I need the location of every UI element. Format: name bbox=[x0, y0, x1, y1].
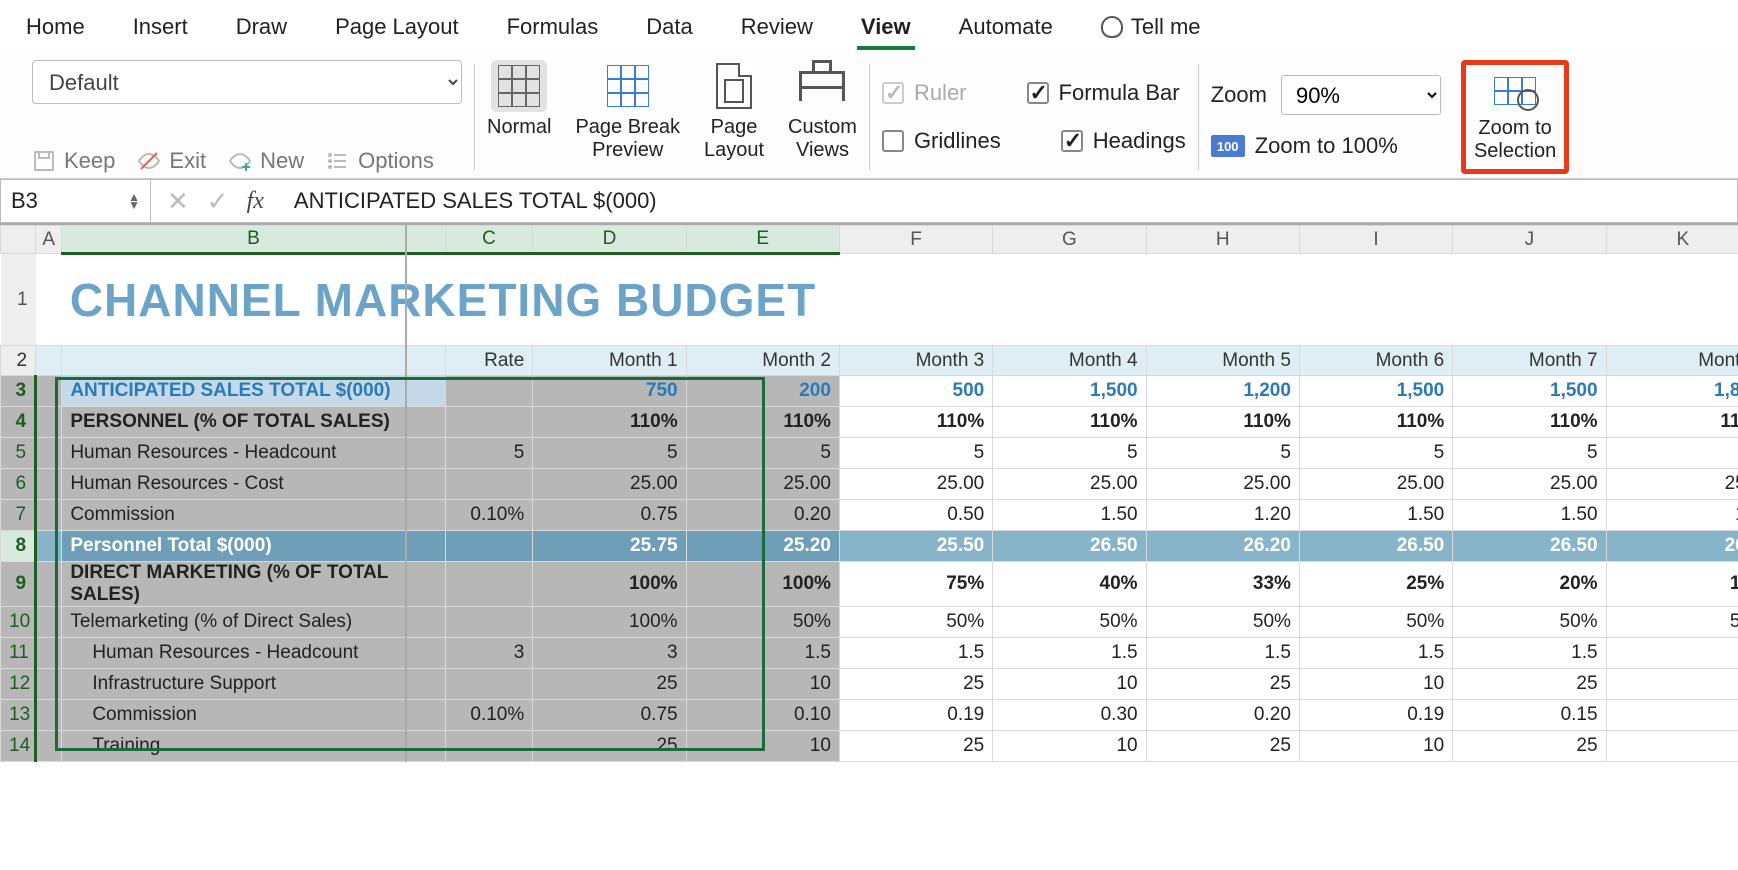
show-group: Ruler Formula Bar Gridlines Headings bbox=[870, 60, 1198, 174]
tell-me-label: Tell me bbox=[1131, 14, 1201, 40]
col-J[interactable]: J bbox=[1453, 226, 1606, 254]
col-K[interactable]: K bbox=[1606, 226, 1738, 254]
row-14[interactable]: 14 Training 2510 2510 2510 25 bbox=[1, 731, 1738, 762]
page-icon bbox=[716, 63, 752, 109]
cancel-icon[interactable]: ✕ bbox=[167, 186, 189, 217]
tab-home[interactable]: Home bbox=[22, 8, 89, 50]
exit-button[interactable]: Exit bbox=[137, 148, 206, 174]
row-13[interactable]: 13 Commission 0.10%0.750.10 0.190.30 0.2… bbox=[1, 700, 1738, 731]
col-E[interactable]: E bbox=[686, 226, 839, 254]
row-2[interactable]: 2 Rate Month 1Month 2Month 3 Month 4Mont… bbox=[1, 346, 1738, 376]
zoom-select[interactable]: 90% bbox=[1281, 75, 1441, 115]
keep-button[interactable]: Keep bbox=[32, 148, 115, 174]
column-headers[interactable]: A B C D E F G H I J K bbox=[1, 226, 1738, 254]
row-6[interactable]: 6 Human Resources - Cost 25.0025.00 25.0… bbox=[1, 469, 1738, 500]
row-10[interactable]: 10 Telemarketing (% of Direct Sales) 100… bbox=[1, 607, 1738, 638]
zoom-100-button[interactable]: 100 Zoom to 100% bbox=[1211, 133, 1441, 159]
headings-checkbox[interactable]: Headings bbox=[1061, 128, 1186, 154]
row-4[interactable]: 4 PERSONNEL (% OF TOTAL SALES) 110%110% … bbox=[1, 407, 1738, 438]
row-11[interactable]: 11 Human Resources - Headcount 331.5 1.5… bbox=[1, 638, 1738, 669]
page-break-icon bbox=[607, 65, 649, 107]
options-button[interactable]: Options bbox=[326, 148, 434, 174]
normal-view-button[interactable]: Normal bbox=[487, 60, 551, 162]
list-icon bbox=[326, 149, 350, 173]
tab-insert[interactable]: Insert bbox=[129, 8, 192, 50]
workbook-views-group: Normal Page Break Preview Page Layout Cu… bbox=[475, 60, 869, 174]
zoom-label: Zoom bbox=[1211, 82, 1267, 108]
page-break-preview-button[interactable]: Page Break Preview bbox=[575, 60, 680, 162]
col-F[interactable]: F bbox=[839, 226, 992, 254]
col-H[interactable]: H bbox=[1146, 226, 1299, 254]
tab-view[interactable]: View bbox=[857, 8, 915, 50]
zoom-100-icon: 100 bbox=[1211, 135, 1245, 157]
eye-exit-icon bbox=[137, 149, 161, 173]
col-I[interactable]: I bbox=[1299, 226, 1452, 254]
row-8[interactable]: 8 Personnel Total $(000) 25.7525.20 25.5… bbox=[1, 531, 1738, 562]
custom-views-button[interactable]: Custom Views bbox=[788, 60, 857, 162]
name-box[interactable]: B3 ▲▼ bbox=[1, 180, 151, 222]
spinner-icon[interactable]: ▲▼ bbox=[128, 193, 140, 210]
bulb-icon bbox=[1101, 16, 1123, 38]
eye-new-icon bbox=[228, 149, 252, 173]
sheet-view-select[interactable]: Default bbox=[32, 60, 462, 104]
col-A[interactable]: A bbox=[36, 226, 62, 254]
formula-input[interactable]: ANTICIPATED SALES TOTAL $(000) bbox=[280, 188, 1737, 214]
gridlines-checkbox[interactable]: Gridlines bbox=[882, 128, 1001, 154]
zoom-to-selection-button[interactable]: Zoom to Selection bbox=[1466, 65, 1564, 169]
tab-draw[interactable]: Draw bbox=[232, 8, 291, 50]
save-icon bbox=[32, 149, 56, 173]
ribbon-tabs: Home Insert Draw Page Layout Formulas Da… bbox=[0, 0, 1738, 50]
tab-pagelayout[interactable]: Page Layout bbox=[331, 8, 463, 50]
tab-formulas[interactable]: Formulas bbox=[503, 8, 603, 50]
accept-icon[interactable]: ✓ bbox=[207, 186, 229, 217]
ribbon: Default Keep Exit New Options Normal Pag… bbox=[0, 50, 1738, 179]
ruler-checkbox[interactable]: Ruler bbox=[882, 80, 967, 106]
tab-data[interactable]: Data bbox=[642, 8, 696, 50]
grid-icon bbox=[498, 65, 540, 107]
worksheet[interactable]: A B C D E F G H I J K 1 CHANNEL MARKETIN… bbox=[0, 223, 1738, 762]
checkbox-icon bbox=[1027, 82, 1049, 104]
col-C[interactable]: C bbox=[445, 226, 533, 254]
row-12[interactable]: 12 Infrastructure Support 2510 2510 2510… bbox=[1, 669, 1738, 700]
checkbox-icon bbox=[1061, 130, 1083, 152]
fx-icon[interactable]: fx bbox=[247, 188, 264, 215]
formula-bar: B3 ▲▼ ✕ ✓ fx ANTICIPATED SALES TOTAL $(0… bbox=[0, 179, 1738, 223]
row-1[interactable]: 1 CHANNEL MARKETING BUDGET bbox=[1, 254, 1738, 346]
row-9[interactable]: 9 DIRECT MARKETING (% OF TOTAL SALES) 10… bbox=[1, 562, 1738, 607]
col-G[interactable]: G bbox=[993, 226, 1146, 254]
col-B[interactable]: B bbox=[62, 226, 445, 254]
row-7[interactable]: 7 Commission 0.10%0.750.20 0.501.50 1.20… bbox=[1, 500, 1738, 531]
row-5[interactable]: 5 Human Resources - Headcount 555 55 55 … bbox=[1, 438, 1738, 469]
sheet-views-group: Default Keep Exit New Options bbox=[20, 60, 474, 174]
zoom-group: Zoom 90% 100 Zoom to 100% bbox=[1199, 60, 1453, 174]
row-3[interactable]: 3 ANTICIPATED SALES TOTAL $(000) 750200 … bbox=[1, 376, 1738, 407]
tab-review[interactable]: Review bbox=[737, 8, 817, 50]
page-layout-button[interactable]: Page Layout bbox=[704, 60, 764, 162]
checkbox-icon bbox=[882, 82, 904, 104]
custom-views-icon bbox=[799, 71, 845, 101]
tell-me[interactable]: Tell me bbox=[1097, 8, 1205, 50]
formula-bar-checkbox[interactable]: Formula Bar bbox=[1027, 80, 1180, 106]
new-button[interactable]: New bbox=[228, 148, 304, 174]
zoom-selection-icon bbox=[1494, 77, 1536, 105]
checkbox-icon bbox=[882, 130, 904, 152]
tab-automate[interactable]: Automate bbox=[955, 8, 1057, 50]
col-D[interactable]: D bbox=[533, 226, 686, 254]
sheet-title: CHANNEL MARKETING BUDGET bbox=[70, 274, 816, 326]
zoom-to-selection-highlight: Zoom to Selection bbox=[1461, 60, 1569, 174]
